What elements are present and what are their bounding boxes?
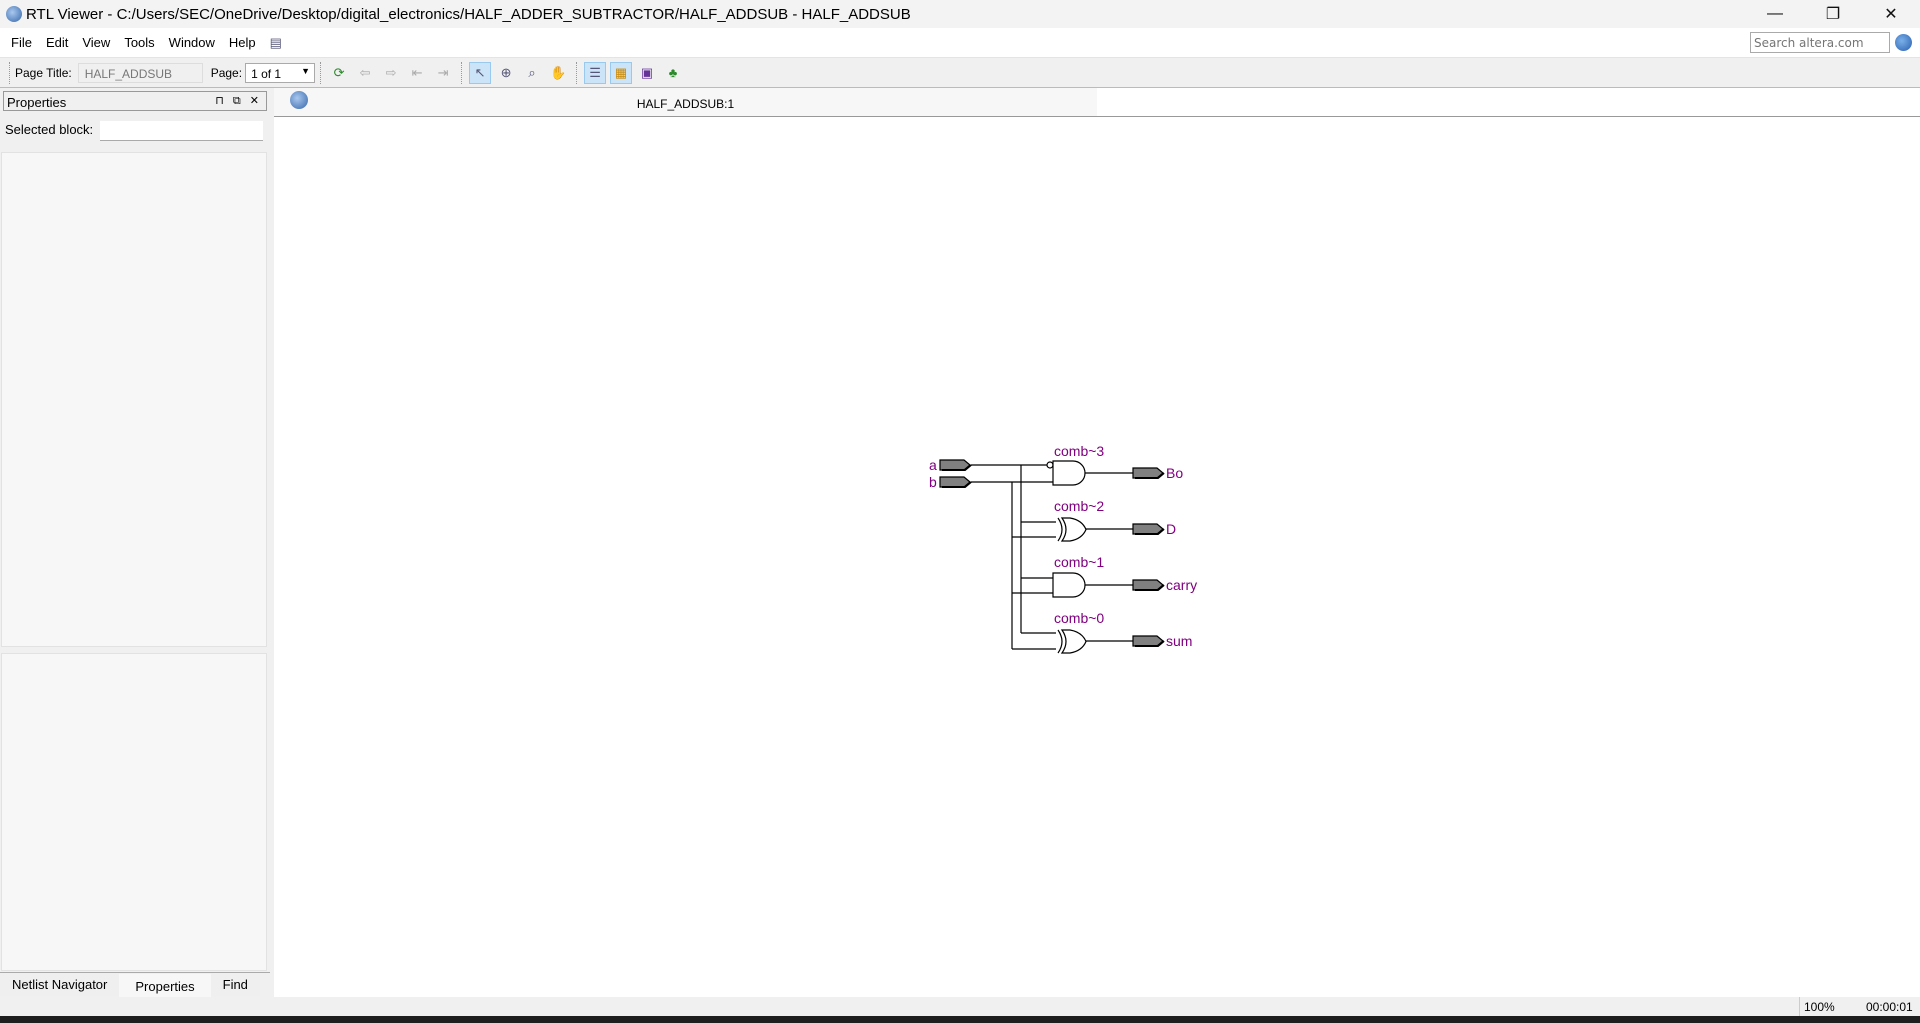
port-label-b: b (929, 474, 937, 490)
xor-gate-comb-0[interactable] (1057, 629, 1087, 654)
output-port-d[interactable] (1132, 523, 1165, 535)
elapsed-time: 00:00:01 (1866, 1000, 1913, 1014)
xor-gate-comb-2[interactable] (1057, 517, 1087, 542)
taskbar-edge (0, 1016, 1920, 1023)
port-label-a: a (929, 457, 937, 473)
gate-label-comb-0: comb~0 (1054, 610, 1104, 626)
gate-label-comb-2: comb~2 (1054, 498, 1104, 514)
input-port-b[interactable] (939, 476, 972, 488)
zoom-level: 100% (1804, 1000, 1835, 1014)
output-port-carry[interactable] (1132, 579, 1165, 591)
and-gate-comb-1[interactable] (1052, 572, 1086, 598)
input-port-a[interactable] (939, 459, 972, 471)
output-port-bo[interactable] (1132, 467, 1165, 479)
gate-label-comb-3: comb~3 (1054, 443, 1104, 459)
gate-label-comb-1: comb~1 (1054, 554, 1104, 570)
port-label-d: D (1166, 521, 1176, 537)
port-label-bo: Bo (1166, 465, 1183, 481)
wires (971, 464, 1133, 650)
port-label-sum: sum (1166, 633, 1192, 649)
and-gate-comb-3[interactable] (1046, 460, 1086, 486)
schematic-diagram: a b comb~3 comb~2 comb~1 comb~0 Bo D car… (929, 443, 1197, 654)
port-label-carry: carry (1166, 577, 1197, 593)
status-bar: 100% 00:00:01 (0, 997, 1920, 1016)
output-port-sum[interactable] (1132, 635, 1165, 647)
